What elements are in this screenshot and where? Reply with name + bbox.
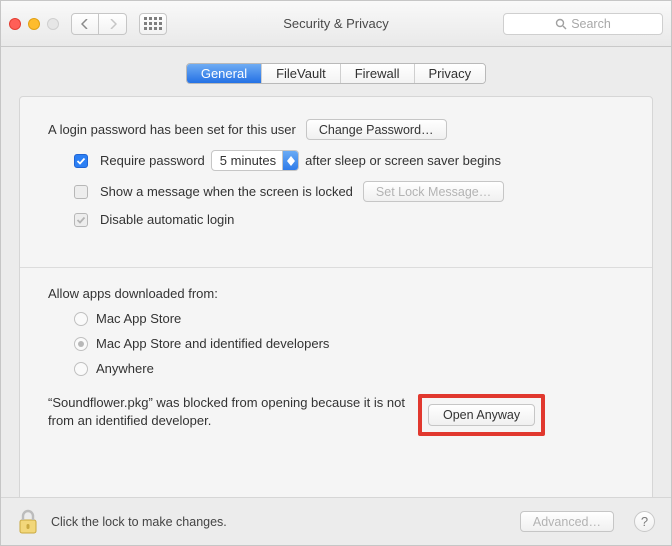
- radio-anywhere: [74, 362, 88, 376]
- after-sleep-text: after sleep or screen saver begins: [305, 153, 501, 168]
- tab-filevault[interactable]: FileVault: [262, 64, 341, 83]
- content-area: General FileVault Firewall Privacy A log…: [1, 47, 671, 497]
- search-placeholder: Search: [571, 17, 611, 31]
- forward-button[interactable]: [99, 13, 127, 35]
- footer: Click the lock to make changes. Advanced…: [1, 497, 671, 545]
- require-password-delay-select[interactable]: 5 minutes: [211, 150, 299, 171]
- lock-help-text: Click the lock to make changes.: [51, 515, 227, 529]
- password-set-text: A login password has been set for this u…: [48, 122, 296, 137]
- disable-auto-login-checkbox: [74, 213, 88, 227]
- back-button[interactable]: [71, 13, 99, 35]
- allow-apps-heading: Allow apps downloaded from:: [48, 286, 218, 301]
- open-anyway-highlight: Open Anyway: [418, 394, 545, 436]
- check-icon: [76, 156, 86, 166]
- show-message-label: Show a message when the screen is locked: [100, 184, 353, 199]
- radio-app-store-label: Mac App Store: [96, 311, 181, 326]
- close-window-button[interactable]: [9, 18, 21, 30]
- change-password-button[interactable]: Change Password…: [306, 119, 447, 140]
- open-anyway-button[interactable]: Open Anyway: [428, 404, 535, 426]
- zoom-window-button: [47, 18, 59, 30]
- require-password-checkbox[interactable]: [74, 154, 88, 168]
- traffic-lights: [9, 18, 59, 30]
- tab-general[interactable]: General: [187, 64, 262, 83]
- stepper-icon: [282, 150, 298, 171]
- radio-identified-developers: [74, 337, 88, 351]
- tab-firewall[interactable]: Firewall: [341, 64, 415, 83]
- system-preferences-window: Security & Privacy Search General FileVa…: [0, 0, 672, 546]
- tab-privacy[interactable]: Privacy: [415, 64, 486, 83]
- search-input[interactable]: Search: [503, 13, 663, 35]
- radio-app-store: [74, 312, 88, 326]
- radio-identified-label: Mac App Store and identified developers: [96, 336, 329, 351]
- blocked-app-message: “Soundflower.pkg” was blocked from openi…: [48, 394, 408, 429]
- show-message-checkbox: [74, 185, 88, 199]
- disable-auto-login-label: Disable automatic login: [100, 212, 234, 227]
- advanced-button[interactable]: Advanced…: [520, 511, 614, 532]
- tab-bar: General FileVault Firewall Privacy: [19, 63, 653, 84]
- require-password-label: Require password: [100, 153, 205, 168]
- select-value: 5 minutes: [220, 153, 276, 168]
- general-panel: A login password has been set for this u…: [19, 96, 653, 497]
- divider: [20, 267, 652, 268]
- nav-buttons: [71, 13, 127, 35]
- set-lock-message-button: Set Lock Message…: [363, 181, 504, 202]
- search-icon: [555, 18, 567, 30]
- minimize-window-button[interactable]: [28, 18, 40, 30]
- titlebar: Security & Privacy Search: [1, 1, 671, 47]
- segmented-control: General FileVault Firewall Privacy: [186, 63, 486, 84]
- check-icon: [76, 215, 86, 225]
- lock-icon[interactable]: [17, 509, 39, 535]
- radio-anywhere-label: Anywhere: [96, 361, 154, 376]
- help-button[interactable]: ?: [634, 511, 655, 532]
- show-all-button[interactable]: [139, 13, 167, 35]
- grid-icon: [144, 17, 162, 30]
